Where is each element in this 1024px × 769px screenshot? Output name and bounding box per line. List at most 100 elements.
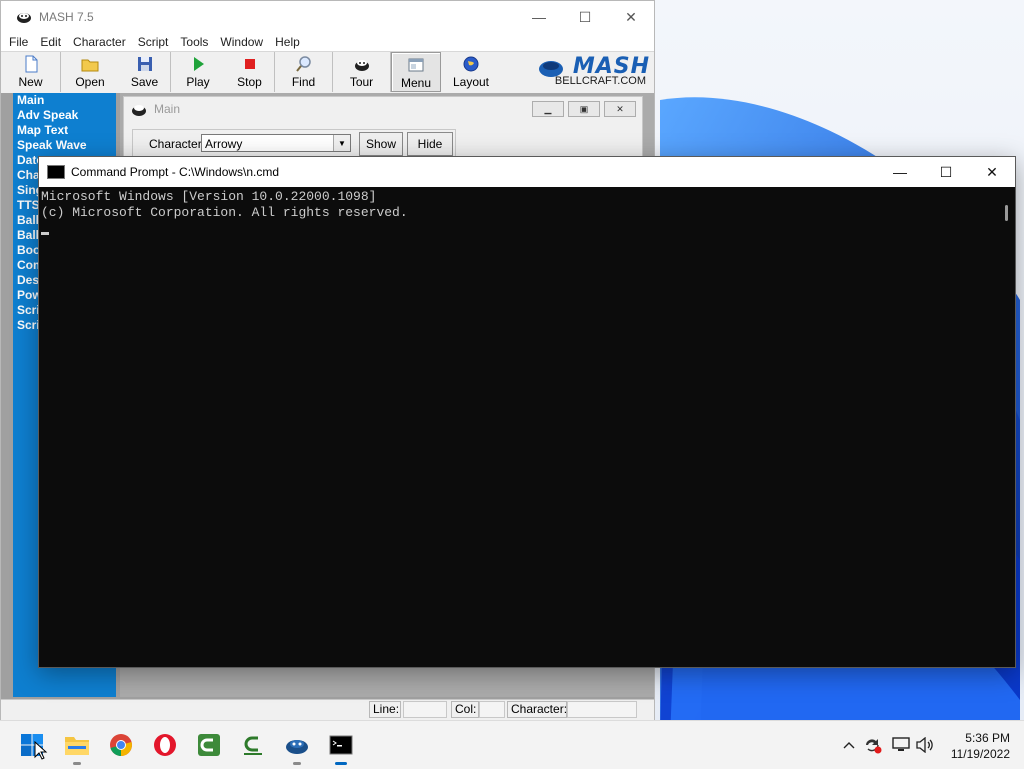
volume-tray-button[interactable] xyxy=(914,735,936,755)
chrome-icon xyxy=(110,734,132,756)
play-label: Play xyxy=(186,75,210,89)
find-label: Find xyxy=(291,75,316,89)
cmd-minimize-button[interactable]: — xyxy=(877,157,923,187)
mash-window-title: MASH 7.5 xyxy=(39,10,94,24)
network-monitor-icon xyxy=(892,737,910,751)
close-button[interactable]: ✕ xyxy=(608,1,654,33)
mash-titlebar[interactable]: MASH 7.5 — ☐ ✕ xyxy=(1,1,654,33)
sidebar-item[interactable]: Adv Speak xyxy=(13,108,116,123)
cmd-app-icon xyxy=(47,165,65,179)
new-label: New xyxy=(18,75,43,89)
new-button[interactable]: New xyxy=(1,52,61,92)
open-label: Open xyxy=(75,75,105,89)
text-cursor xyxy=(41,232,49,235)
save-label: Save xyxy=(130,75,159,89)
taskbar-clock[interactable]: 5:36 PM 11/19/2022 xyxy=(951,730,1010,762)
camtasia-taskbar-button[interactable] xyxy=(193,729,225,761)
mash-app-icon xyxy=(17,13,31,23)
camtasia-recorder-taskbar-button[interactable] xyxy=(237,729,269,761)
file-explorer-taskbar-button[interactable] xyxy=(61,729,93,765)
character-label: Character xyxy=(149,137,202,151)
menu-script[interactable]: Script xyxy=(138,35,169,49)
toolbar: New Open Save Play Stop Find Tour Menu L… xyxy=(1,51,654,95)
mash-genie-icon xyxy=(286,740,308,754)
play-button[interactable]: Play xyxy=(171,52,225,92)
status-col-label: Col: xyxy=(451,701,479,718)
sync-tray-button[interactable] xyxy=(862,735,884,755)
vertical-scrollbar[interactable] xyxy=(998,187,1015,667)
stop-button[interactable]: Stop xyxy=(225,52,275,92)
active-indicator xyxy=(335,762,347,765)
dropdown-arrow-icon[interactable]: ▼ xyxy=(333,135,350,151)
open-folder-icon xyxy=(81,59,99,72)
layout-button[interactable]: Layout xyxy=(441,52,501,92)
taskbar: 5:36 PM 11/19/2022 xyxy=(0,720,1024,769)
open-button[interactable]: Open xyxy=(61,52,119,92)
cmd-titlebar[interactable]: Command Prompt - C:\Windows\n.cmd — ☐ ✕ xyxy=(39,157,1015,187)
show-button[interactable]: Show xyxy=(359,132,403,156)
chrome-taskbar-button[interactable] xyxy=(105,729,137,761)
opera-taskbar-button[interactable] xyxy=(149,729,181,761)
layout-globe-icon xyxy=(463,56,479,72)
child-titlebar[interactable]: Main ▁ ▣ ✕ xyxy=(124,97,642,121)
running-indicator xyxy=(73,762,81,765)
menu-edit[interactable]: Edit xyxy=(40,35,61,49)
mash-taskbar-button[interactable] xyxy=(281,729,313,765)
character-select[interactable]: Arrowy ▼ xyxy=(201,134,351,152)
save-disk-icon xyxy=(137,57,152,71)
hide-button[interactable]: Hide xyxy=(407,132,453,156)
child-minimize-button[interactable]: ▁ xyxy=(532,101,564,117)
status-character-label: Character: xyxy=(507,701,567,718)
console-line: Microsoft Windows [Version 10.0.22000.10… xyxy=(41,189,377,204)
clock-date: 11/19/2022 xyxy=(950,747,1010,761)
status-character-value xyxy=(567,701,637,718)
sidebar-item[interactable]: Map Text xyxy=(13,123,116,138)
terminal-icon xyxy=(329,735,353,755)
tour-button[interactable]: Tour xyxy=(333,52,391,92)
sync-alert-icon xyxy=(866,739,882,754)
show-hidden-icons-button[interactable] xyxy=(840,735,858,755)
minimize-button[interactable]: — xyxy=(516,1,562,33)
menu-help[interactable]: Help xyxy=(275,35,300,49)
child-title: Main xyxy=(154,102,181,116)
start-button[interactable] xyxy=(16,729,48,761)
stop-icon xyxy=(244,59,255,69)
clock-time: 5:36 PM xyxy=(965,731,1010,745)
console-line: (c) Microsoft Corporation. All rights re… xyxy=(41,205,408,220)
menu-tools[interactable]: Tools xyxy=(180,35,208,49)
command-prompt-window: Command Prompt - C:\Windows\n.cmd — ☐ ✕ … xyxy=(38,156,1016,668)
cmd-close-button[interactable]: ✕ xyxy=(969,157,1015,187)
child-close-button[interactable]: ✕ xyxy=(604,101,636,117)
layout-label: Layout xyxy=(452,75,490,89)
tour-label: Tour xyxy=(349,75,374,89)
new-file-icon xyxy=(25,55,37,73)
network-tray-button[interactable] xyxy=(890,735,912,755)
chevron-up-icon xyxy=(843,742,855,749)
menu-window-icon xyxy=(408,58,424,72)
console-output[interactable]: Microsoft Windows [Version 10.0.22000.10… xyxy=(39,187,999,667)
sidebar-item[interactable]: Main xyxy=(13,93,116,108)
child-genie-icon xyxy=(132,105,146,116)
save-button[interactable]: Save xyxy=(119,52,171,92)
sidebar-item[interactable]: Speak Wave xyxy=(13,138,116,153)
menu-label: Menu xyxy=(400,76,432,90)
running-indicator xyxy=(293,762,301,765)
menubar: File Edit Character Script Tools Window … xyxy=(1,33,654,51)
tour-genie-icon xyxy=(354,60,369,71)
command-prompt-taskbar-button[interactable] xyxy=(325,729,357,765)
status-col-value xyxy=(479,701,505,718)
child-restore-button[interactable]: ▣ xyxy=(568,101,600,117)
menu-window[interactable]: Window xyxy=(220,35,263,49)
cmd-maximize-button[interactable]: ☐ xyxy=(923,157,969,187)
play-icon xyxy=(194,57,204,71)
maximize-button[interactable]: ☐ xyxy=(562,1,608,33)
find-button[interactable]: Find xyxy=(275,52,333,92)
find-magnifier-icon xyxy=(295,56,311,72)
status-bar: Line: Col: Character: xyxy=(1,699,654,720)
menu-button[interactable]: Menu xyxy=(391,52,441,92)
menu-file[interactable]: File xyxy=(9,35,28,49)
scrollbar-thumb[interactable] xyxy=(1005,205,1008,221)
character-value: Arrowy xyxy=(205,137,243,151)
menu-character[interactable]: Character xyxy=(73,35,126,49)
mash-brand-logo: MASH BELLCRAFT.COM xyxy=(532,54,652,90)
